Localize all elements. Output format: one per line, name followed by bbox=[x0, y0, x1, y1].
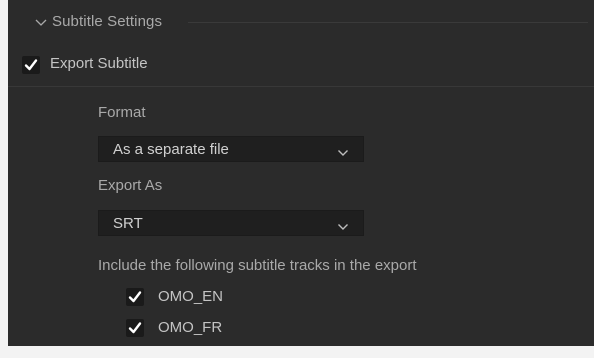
export-as-dropdown-value: SRT bbox=[113, 215, 143, 232]
format-label: Format bbox=[98, 104, 146, 121]
format-dropdown-value: As a separate file bbox=[113, 141, 229, 158]
export-as-dropdown[interactable]: SRT bbox=[98, 210, 364, 236]
track-label-omo-en[interactable]: OMO_EN bbox=[158, 288, 223, 305]
chevron-down-icon[interactable] bbox=[34, 16, 48, 30]
app-root: Subtitle Settings Export Subtitle Format… bbox=[0, 0, 594, 358]
page-margin bbox=[0, 346, 594, 358]
track-checkbox-omo-en[interactable] bbox=[126, 288, 144, 306]
export-subtitle-checkbox[interactable] bbox=[22, 56, 40, 74]
section-header-subtitle-settings[interactable]: Subtitle Settings bbox=[8, 0, 594, 46]
section-title: Subtitle Settings bbox=[52, 13, 163, 30]
chevron-down-icon bbox=[337, 219, 349, 230]
format-dropdown[interactable]: As a separate file bbox=[98, 136, 364, 162]
export-subtitle-label[interactable]: Export Subtitle bbox=[50, 55, 148, 72]
export-as-label: Export As bbox=[98, 177, 163, 194]
subtitle-settings-panel: Subtitle Settings Export Subtitle Format… bbox=[8, 0, 594, 346]
chevron-down-icon bbox=[337, 145, 349, 156]
tracks-heading: Include the following subtitle tracks in… bbox=[98, 257, 417, 274]
divider bbox=[8, 86, 594, 87]
section-divider bbox=[188, 22, 588, 23]
track-label-omo-fr[interactable]: OMO_FR bbox=[158, 319, 222, 336]
track-checkbox-omo-fr[interactable] bbox=[126, 319, 144, 337]
